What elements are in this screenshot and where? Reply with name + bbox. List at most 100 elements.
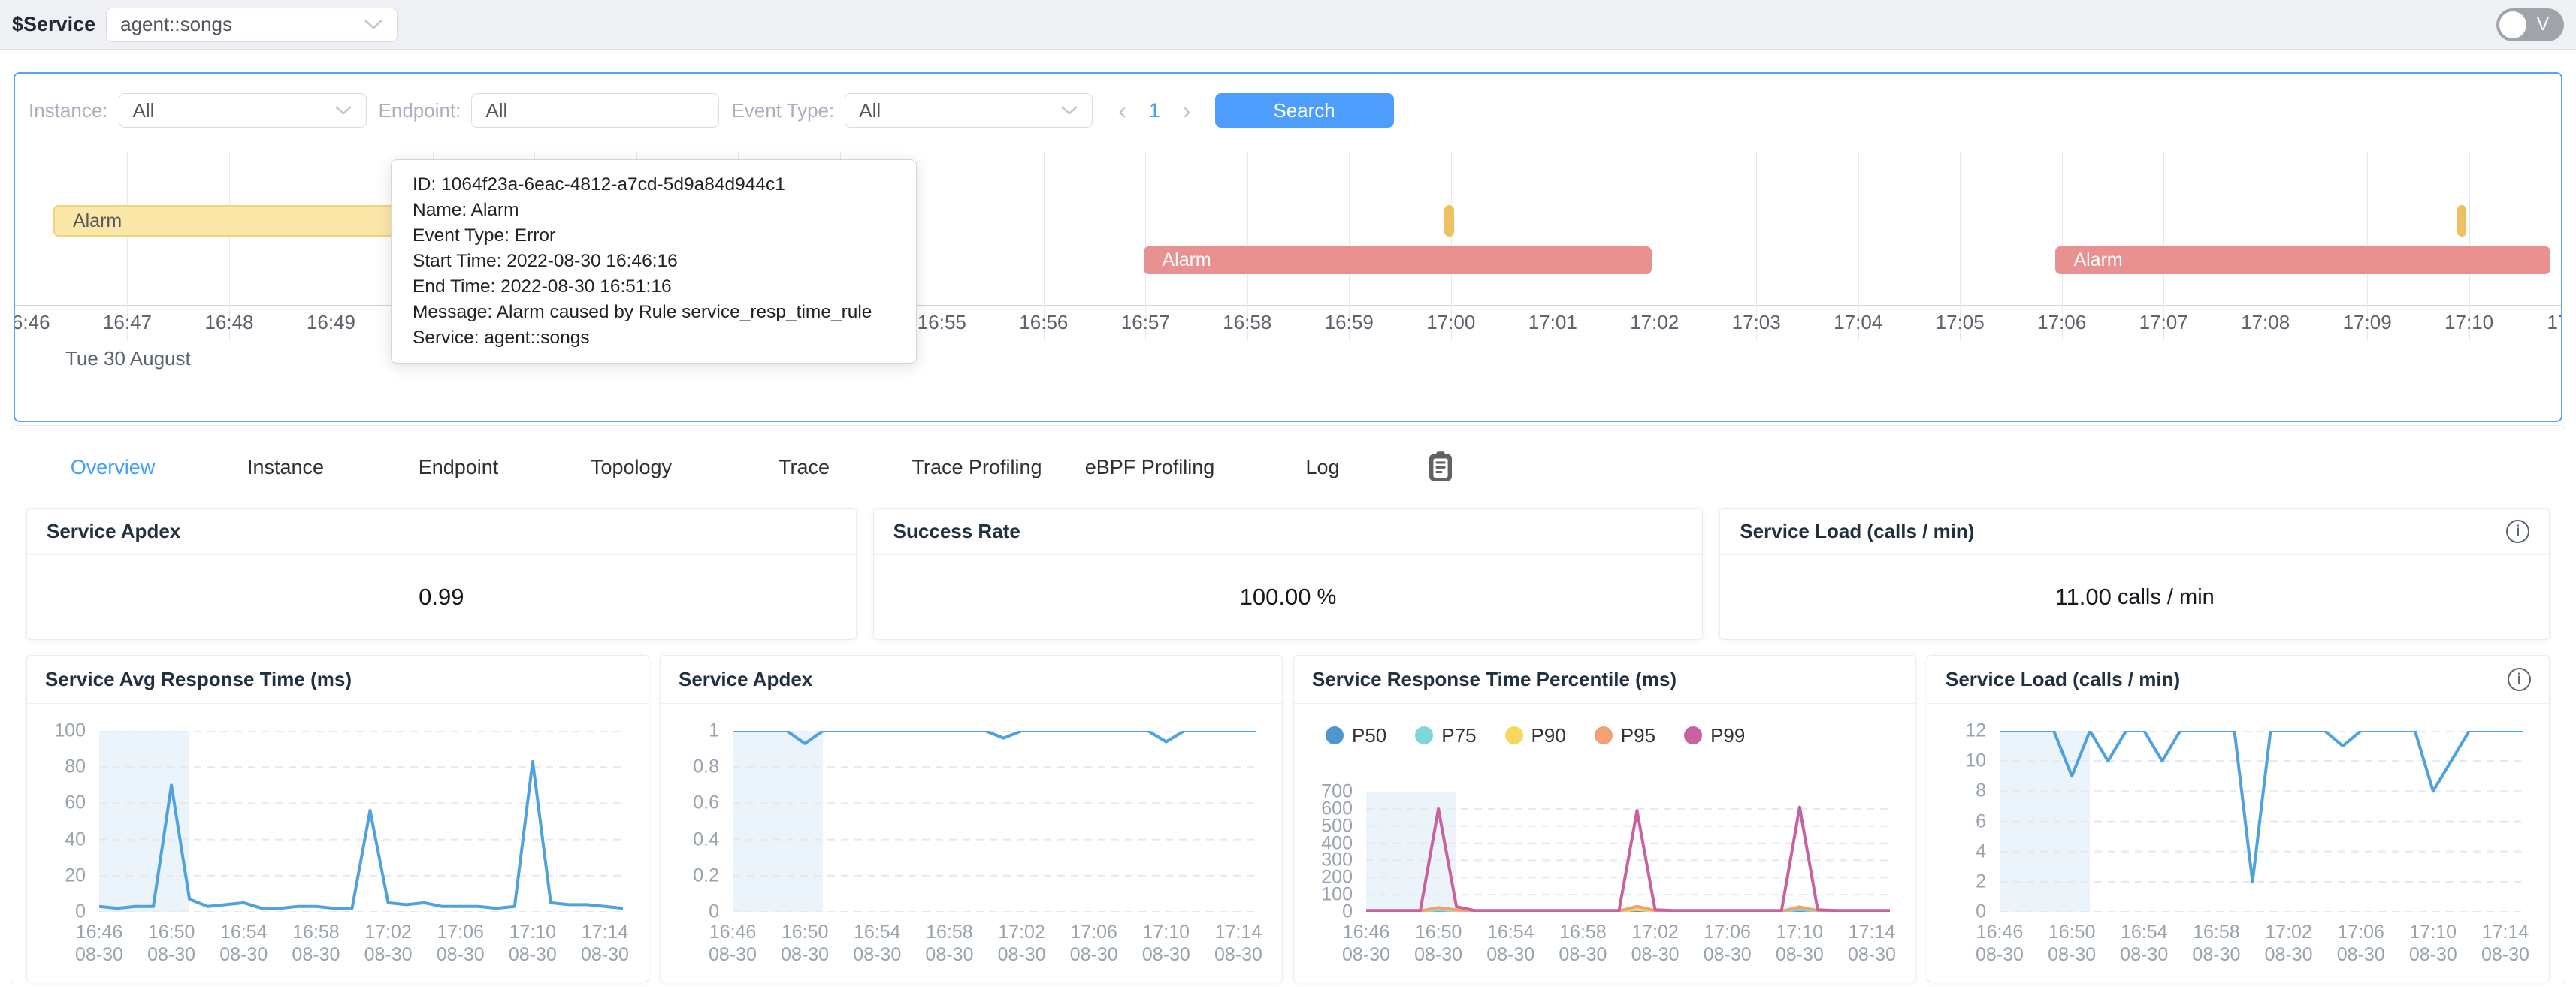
x-axis-label: 16:5008-30 — [147, 921, 195, 966]
event-type-filter-select[interactable]: All — [845, 93, 1093, 128]
chart-card-service-apdex: Service Apdex00.20.40.60.8116:4608-3016:… — [660, 655, 1283, 982]
info-icon[interactable]: i — [2508, 668, 2531, 691]
timeline-axis-label: 17:03 — [1732, 311, 1781, 334]
y-axis-label: 1 — [709, 720, 719, 742]
x-axis-labels: 16:4608-3016:5008-3016:5408-3016:5808-30… — [2000, 921, 2523, 970]
timeline-axis-label: 17:06 — [2037, 311, 2086, 334]
timeline-axis-label: 16:47 — [103, 311, 152, 334]
search-button[interactable]: Search — [1215, 93, 1394, 128]
y-axis-label: 12 — [1965, 720, 1986, 742]
topbar: $Service agent::songs V — [0, 0, 2576, 50]
legend-dot-icon — [1415, 726, 1433, 744]
timeline-axis-label: 16:48 — [204, 311, 253, 334]
tooltip-line: Name: Alarm — [413, 198, 895, 223]
x-axis-labels: 16:4608-3016:5008-3016:5408-3016:5808-30… — [733, 921, 1256, 970]
x-axis-label: 16:5408-30 — [853, 921, 901, 966]
prev-page-icon[interactable]: ‹ — [1112, 97, 1132, 125]
tab-log[interactable]: Log — [1236, 456, 1409, 479]
x-axis-label: 17:0608-30 — [1070, 921, 1118, 966]
kpi-unit: calls / min — [2118, 585, 2215, 610]
kpi-title: Service Apdex — [47, 520, 180, 543]
event-list-icon-button[interactable] — [1423, 450, 1459, 485]
x-axis-label: 17:1408-30 — [1848, 921, 1896, 966]
tab-topology[interactable]: Topology — [545, 456, 718, 479]
tabs-container: OverviewInstanceEndpointTopologyTraceTra… — [26, 456, 1409, 479]
tabs-row: OverviewInstanceEndpointTopologyTraceTra… — [11, 426, 2565, 485]
y-axis-label: 8 — [1976, 780, 1986, 802]
legend-label: P99 — [1710, 724, 1745, 747]
x-axis-label: 16:5808-30 — [292, 921, 340, 966]
info-icon[interactable]: i — [2506, 520, 2529, 543]
legend-label: P75 — [1441, 724, 1476, 747]
x-axis-label: 17:0608-30 — [437, 921, 485, 966]
endpoint-filter-input[interactable]: All — [471, 93, 719, 128]
y-axis-label: 80 — [65, 756, 86, 778]
chart-plot: 0100200300400500600700 — [1366, 792, 1890, 912]
event-filter-row: Instance: All Endpoint: All Event Type: … — [27, 93, 2549, 128]
chart-plot: 024681012 — [2000, 731, 2523, 912]
x-axis-label: 17:1008-30 — [1776, 921, 1824, 966]
y-axis-label: 0 — [1976, 901, 1986, 923]
main-panel: OverviewInstanceEndpointTopologyTraceTra… — [11, 425, 2565, 985]
legend-item-p50[interactable]: P50 — [1326, 724, 1386, 747]
tab-trace[interactable]: Trace — [718, 456, 890, 479]
x-axis-label: 16:5808-30 — [1559, 921, 1607, 966]
x-axis-label: 17:0208-30 — [1631, 921, 1680, 966]
x-axis-label: 16:4608-30 — [1976, 921, 2024, 966]
legend-item-p95[interactable]: P95 — [1595, 724, 1655, 747]
chart-legend: P50 P75 P90 P95 P99 — [1326, 719, 1915, 752]
x-axis-label: 16:5008-30 — [1414, 921, 1462, 966]
x-axis-label: 17:0208-30 — [2265, 921, 2313, 966]
instance-filter-value: All — [133, 99, 155, 122]
x-axis-labels: 16:4608-3016:5008-3016:5408-3016:5808-30… — [99, 921, 623, 970]
legend-item-p99[interactable]: P99 — [1684, 724, 1745, 747]
x-axis-labels: 16:4608-3016:5008-3016:5408-3016:5808-30… — [1366, 921, 1890, 970]
next-page-icon[interactable]: › — [1177, 97, 1197, 125]
event-error-bar[interactable]: Alarm — [2055, 246, 2550, 274]
timeline-axis-label: 16:58 — [1223, 311, 1271, 334]
kpi-value: 11.00 — [2055, 584, 2112, 611]
x-axis-label: 16:5408-30 — [1486, 921, 1534, 966]
chart-card-header: Service Avg Response Time (ms) — [27, 656, 649, 704]
instance-filter-label: Instance: — [29, 99, 108, 122]
legend-label: P90 — [1531, 724, 1566, 747]
x-axis-label: 17:0208-30 — [364, 921, 413, 966]
legend-dot-icon — [1505, 726, 1523, 744]
tab-ebpf-profiling[interactable]: eBPF Profiling — [1063, 456, 1236, 479]
instance-filter-select[interactable]: All — [119, 93, 367, 128]
legend-dot-icon — [1684, 726, 1702, 744]
y-axis-label: 10 — [1965, 750, 1986, 772]
tab-instance[interactable]: Instance — [199, 456, 372, 479]
event-tooltip: ID: 1064f23a-6eac-4812-a7cd-5d9a84d944c1… — [391, 159, 917, 364]
y-axis-label: 0.2 — [693, 865, 719, 886]
y-axis-label: 0 — [709, 901, 719, 923]
tab-trace-profiling[interactable]: Trace Profiling — [890, 456, 1063, 479]
service-select[interactable]: agent::songs — [106, 8, 398, 42]
x-axis-label: 17:1408-30 — [1214, 921, 1262, 966]
y-axis-label: 4 — [1976, 841, 1986, 862]
legend-item-p90[interactable]: P90 — [1505, 724, 1566, 747]
page-number[interactable]: 1 — [1149, 99, 1160, 122]
event-warning-tick[interactable] — [1444, 205, 1454, 237]
chart-title: Service Response Time Percentile (ms) — [1312, 668, 1677, 691]
tooltip-line: Start Time: 2022-08-30 16:46:16 — [413, 249, 895, 274]
event-warning-tick[interactable] — [2457, 205, 2467, 237]
tab-endpoint[interactable]: Endpoint — [372, 456, 545, 479]
chart-card-header: Service Apdex — [661, 656, 1282, 704]
chevron-down-icon — [364, 19, 383, 30]
event-error-bar[interactable]: Alarm — [1144, 246, 1651, 274]
x-axis-label: 17:0608-30 — [1704, 921, 1752, 966]
y-axis-label: 20 — [65, 865, 86, 886]
legend-label: P50 — [1352, 724, 1386, 747]
legend-item-p75[interactable]: P75 — [1415, 724, 1476, 747]
toggle-label: V — [2537, 14, 2554, 35]
timeline-axis-label: 16:57 — [1121, 311, 1170, 334]
version-toggle[interactable]: V — [2496, 8, 2564, 41]
timeline-axis-label: 17:05 — [1936, 311, 1985, 334]
x-axis-label: 17:1008-30 — [509, 921, 557, 966]
y-axis-label: 0.6 — [693, 792, 719, 814]
tooltip-line: Event Type: Error — [413, 223, 895, 249]
kpi-row: Service Apdex 0.99 Success Rate 100.00 %… — [11, 508, 2565, 640]
tab-overview[interactable]: Overview — [26, 456, 199, 479]
x-axis-label: 16:5008-30 — [781, 921, 829, 966]
